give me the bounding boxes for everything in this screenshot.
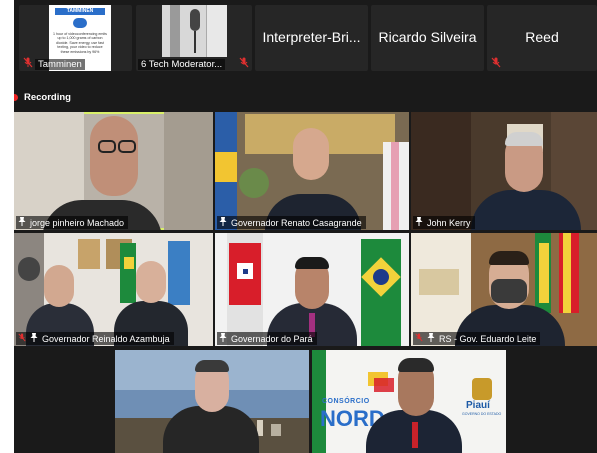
piaui-coat-of-arms-icon	[472, 378, 492, 400]
pin-icon	[18, 217, 26, 228]
participant-thumb-tech-moderator[interactable]: 6 Tech Moderator...	[136, 5, 252, 71]
person-head	[44, 265, 74, 307]
video-tile-para[interactable]: Governador do Pará	[215, 233, 409, 346]
participant-nameplate: Governador Renato Casagrande	[217, 216, 366, 229]
recording-label: Recording	[24, 91, 71, 103]
participant-nameplate: RS - Gov. Eduardo Leite	[413, 332, 541, 345]
video-tile-casagrande[interactable]: Governador Renato Casagrande	[215, 112, 409, 230]
video-tile-jorge[interactable]: jorge pinheiro Machado	[14, 112, 213, 230]
participant-name: RS - Gov. Eduardo Leite	[439, 333, 537, 344]
participant-name: Governador Renato Casagrande	[231, 217, 362, 228]
participant-name: John Kerry	[427, 217, 471, 228]
participant-nameplate: Governador do Pará	[217, 332, 317, 345]
participant-name: Interpreter-Bri...	[262, 29, 361, 45]
pin-icon	[427, 333, 435, 344]
face-mask	[491, 279, 527, 303]
participant-nameplate: Governador Reinaldo Azambuja	[16, 332, 174, 345]
muted-mic-icon	[18, 333, 26, 344]
camera-off-icon	[73, 18, 87, 28]
video-tile-kerry[interactable]: John Kerry	[411, 112, 597, 230]
participant-nameplate: John Kerry	[413, 216, 475, 229]
pin-icon	[219, 333, 227, 344]
pin-icon	[415, 217, 423, 228]
participant-name: Governador do Pará	[231, 333, 313, 344]
participant-name: Tamminen	[35, 59, 85, 70]
pin-icon	[219, 217, 227, 228]
backdrop-consorcio: CONSÓRCIO	[322, 398, 370, 405]
video-tile-azambuja[interactable]: Governador Reinaldo Azambuja	[14, 233, 213, 346]
video-tile-leite[interactable]: RS - Gov. Eduardo Leite	[411, 233, 597, 346]
backdrop-piaui: Piauí	[466, 400, 490, 411]
microphone-icon	[190, 9, 200, 31]
participant-name: Ricardo Silveira	[378, 29, 477, 45]
participant-nameplate: jorge pinheiro Machado	[16, 216, 129, 229]
backdrop-governo: GOVERNO DO ESTADO	[462, 412, 502, 416]
recording-dot-icon	[14, 93, 18, 101]
participant-name: jorge pinheiro Machado	[30, 217, 125, 228]
notice-text: 1 hour of videoconferencing emits up to …	[53, 32, 107, 54]
person-head	[90, 116, 138, 196]
participant-thumb-reed[interactable]: Reed	[487, 5, 597, 71]
participant-name: Reed	[525, 29, 559, 45]
participant-thumb-interpreter[interactable]: Interpreter-Bri...	[255, 5, 368, 71]
microphone-image	[162, 5, 227, 57]
person-head	[293, 128, 329, 180]
video-tile-doria[interactable]	[115, 350, 309, 453]
participant-name: 6 Tech Moderator...	[138, 59, 226, 70]
participant-thumb-tamminen[interactable]: TAMMINEN 1 hour of videoconferencing emi…	[19, 5, 132, 71]
muted-mic-icon	[23, 57, 33, 68]
muted-mic-icon	[415, 333, 423, 344]
participant-name: Governador Reinaldo Azambuja	[42, 333, 170, 344]
person-head	[136, 261, 166, 303]
video-conference-window: TAMMINEN 1 hour of videoconferencing emi…	[14, 0, 597, 453]
video-tile-piaui[interactable]: CONSÓRCIO NORD Piauí GOVERNO DO ESTADO	[312, 350, 506, 453]
notice-title: TAMMINEN	[66, 8, 94, 14]
participant-thumb-ricardo[interactable]: Ricardo Silveira	[371, 5, 484, 71]
muted-mic-icon	[239, 57, 249, 68]
person-body	[163, 406, 259, 453]
recording-indicator: Recording	[14, 90, 71, 104]
muted-mic-icon	[491, 57, 501, 68]
pin-icon	[30, 333, 38, 344]
